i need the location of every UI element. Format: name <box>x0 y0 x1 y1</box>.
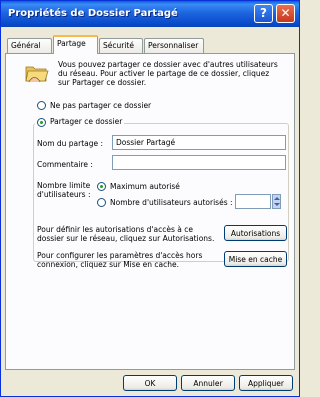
max-users-label[interactable]: Maximum autorisé <box>110 182 180 191</box>
user-count-spinner[interactable] <box>272 194 281 209</box>
comment-label: Commentaire : <box>37 160 93 169</box>
permissions-text-2: dossier sur le réseau, cliquez sur Autor… <box>37 234 215 243</box>
share-option[interactable]: Partager ce dossier <box>35 117 125 127</box>
permissions-button[interactable]: Autorisations <box>224 225 287 241</box>
cache-text-1: Pour configurer les paramètres d'accès h… <box>37 251 203 260</box>
user-limit-label-1: Nombre limite <box>37 181 91 190</box>
share-name-label: Nom du partage : <box>37 139 104 148</box>
sharing-tab-panel: Vous pouvez partager ce dossier avec d'a… <box>5 53 295 370</box>
tab-security[interactable]: Sécurité <box>99 38 143 53</box>
share-name-input[interactable]: Dossier Partagé <box>112 135 286 150</box>
title-bar[interactable]: Propriétés de Dossier Partagé ? ✕ <box>1 1 299 27</box>
apply-button[interactable]: Appliquer <box>239 375 293 391</box>
share-label[interactable]: Partager ce dossier <box>50 117 122 126</box>
tab-general[interactable]: Général <box>7 38 52 53</box>
spinner-down-icon[interactable] <box>274 203 280 206</box>
user-count-radio[interactable] <box>97 198 106 207</box>
shared-folder-icon <box>25 66 49 83</box>
tab-customize[interactable]: Personnaliser <box>144 38 204 53</box>
tab-sharing[interactable]: Partage <box>53 35 98 54</box>
no-share-radio[interactable] <box>37 101 46 110</box>
close-button[interactable]: ✕ <box>276 4 295 23</box>
share-radio[interactable] <box>37 118 46 127</box>
properties-dialog: Propriétés de Dossier Partagé ? ✕ Généra… <box>0 0 300 397</box>
sharing-intro-line-3: sur Partager ce dossier. <box>58 78 147 87</box>
no-share-label[interactable]: Ne pas partager ce dossier <box>50 101 151 110</box>
sharing-intro-line-1: Vous pouvez partager ce dossier avec d'a… <box>58 60 278 69</box>
comment-input[interactable] <box>112 155 286 170</box>
permissions-text-1: Pour définir les autorisations d'accès à… <box>37 225 193 234</box>
max-users-radio[interactable] <box>97 182 106 191</box>
ok-button[interactable]: OK <box>123 375 177 391</box>
cache-button[interactable]: Mise en cache <box>224 251 287 267</box>
cache-text-2: connexion, cliquez sur Mise en cache. <box>37 260 180 269</box>
window-title: Propriétés de Dossier Partagé <box>8 8 178 19</box>
cancel-button[interactable]: Annuler <box>181 375 235 391</box>
user-count-label[interactable]: Nombre d'utilisateurs autorisés : <box>110 198 233 207</box>
user-count-input[interactable] <box>235 194 271 209</box>
sharing-intro-line-2: du réseau. Pour activer le partage de ce… <box>58 69 270 78</box>
help-button[interactable]: ? <box>254 4 273 23</box>
user-limit-label-2: d'utilisateurs : <box>37 190 91 199</box>
spinner-up-icon[interactable] <box>274 197 280 200</box>
